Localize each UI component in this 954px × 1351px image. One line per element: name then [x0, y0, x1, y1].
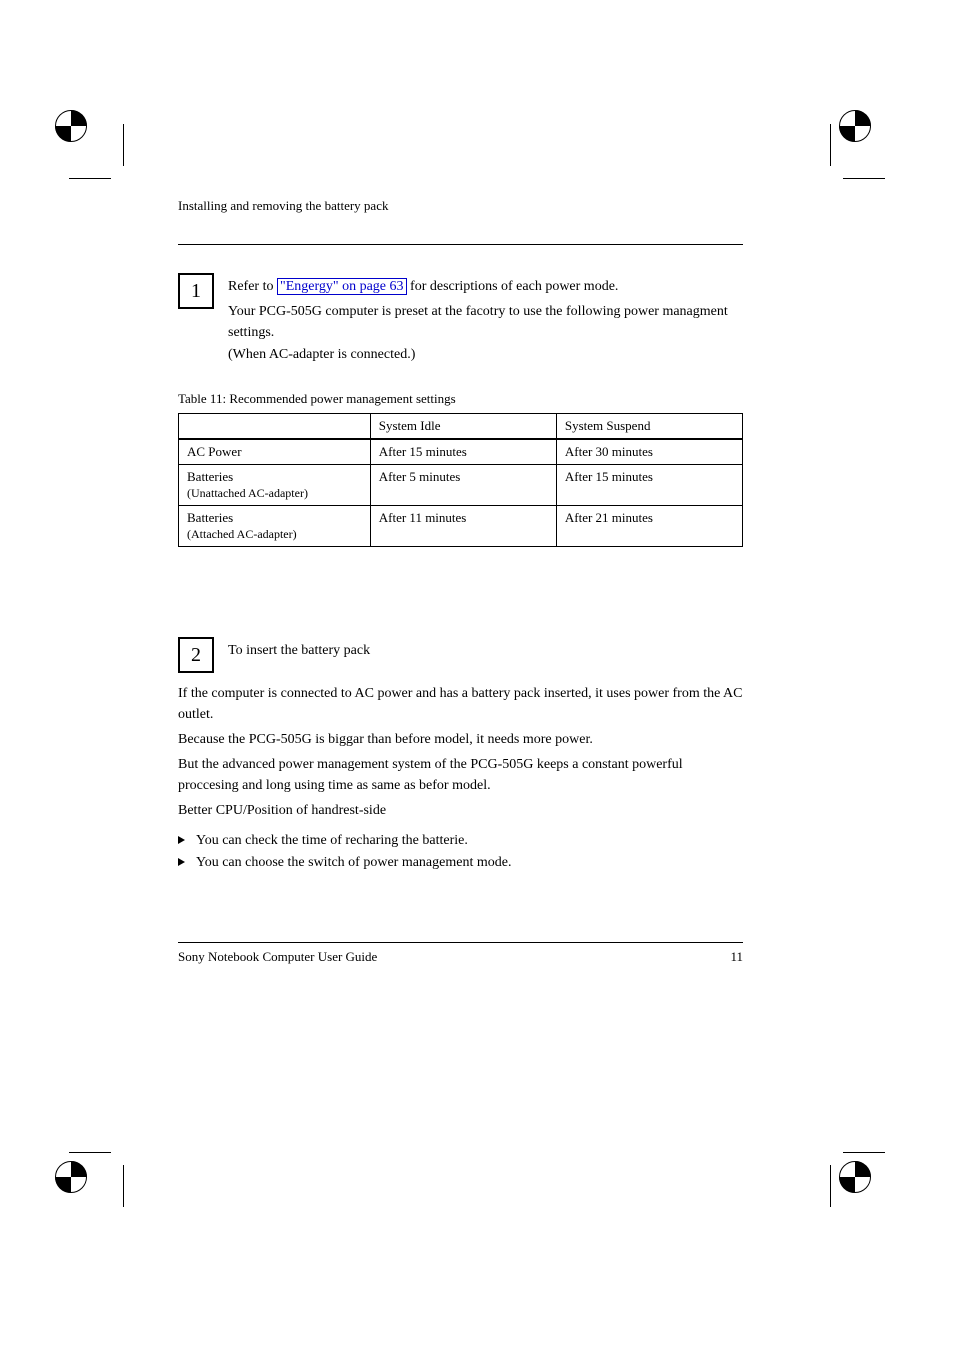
step-number-1: 1 — [178, 273, 214, 309]
cell-sub: (Attached AC-adapter) — [187, 527, 297, 541]
cell: After 11 minutes — [379, 510, 467, 525]
cell: After 15 minutes — [379, 444, 467, 459]
step2-para-1: If the computer is connected to AC power… — [178, 683, 743, 725]
table-caption: Table 11: Recommended power management s… — [178, 391, 743, 407]
cell: After 30 minutes — [565, 444, 653, 459]
cell: After 5 minutes — [379, 469, 461, 484]
header-rule — [178, 244, 743, 245]
step2-para-4: Better CPU/Position of handrest-side — [178, 800, 743, 821]
table-header-blank — [179, 414, 371, 440]
cell: AC Power — [187, 444, 242, 459]
step2-para-2: Because the PCG-505G is biggar than befo… — [178, 729, 743, 750]
step1-lead-suffix: for descriptions of each power mode. — [407, 279, 619, 294]
table-header-idle: System Idle — [370, 414, 556, 440]
step2-para-3: But the advanced power management system… — [178, 754, 743, 796]
cell-sub: (Unattached AC-adapter) — [187, 486, 308, 500]
footer-rule — [178, 942, 743, 943]
crop-mark-tr — [839, 110, 899, 170]
crop-mark-bl — [55, 1161, 115, 1221]
list-item: You can choose the switch of power manag… — [178, 853, 743, 873]
cell: Batteries — [187, 510, 233, 525]
step2-lead: To insert the battery pack — [228, 643, 370, 658]
footer-left: Sony Notebook Computer User Guide — [178, 949, 377, 965]
cell: After 15 minutes — [565, 469, 653, 484]
crop-mark-br — [839, 1161, 899, 1221]
cell: After 21 minutes — [565, 510, 653, 525]
step1-link[interactable]: "Engergy" on page 63 — [277, 278, 407, 295]
step1-lead-prefix: Refer to — [228, 279, 277, 294]
crop-mark-tl — [55, 110, 115, 170]
table-row: AC Power After 15 minutes After 30 minut… — [179, 439, 743, 465]
list-item: You can check the time of recharing the … — [178, 831, 743, 851]
step1-subnote: (When AC-adapter is connected.) — [228, 347, 743, 363]
step1-paragraph: Your PCG-505G computer is preset at the … — [228, 301, 743, 343]
page-header: Installing and removing the battery pack — [178, 198, 743, 214]
step-number-2: 2 — [178, 637, 214, 673]
table-row: Batteries (Attached AC-adapter) After 11 … — [179, 506, 743, 547]
table-row: Batteries (Unattached AC-adapter) After 5… — [179, 465, 743, 506]
footer-page-number: 11 — [730, 949, 743, 965]
power-table: System Idle System Suspend AC Power Afte… — [178, 413, 743, 547]
cell: Batteries — [187, 469, 233, 484]
table-header-suspend: System Suspend — [556, 414, 742, 440]
